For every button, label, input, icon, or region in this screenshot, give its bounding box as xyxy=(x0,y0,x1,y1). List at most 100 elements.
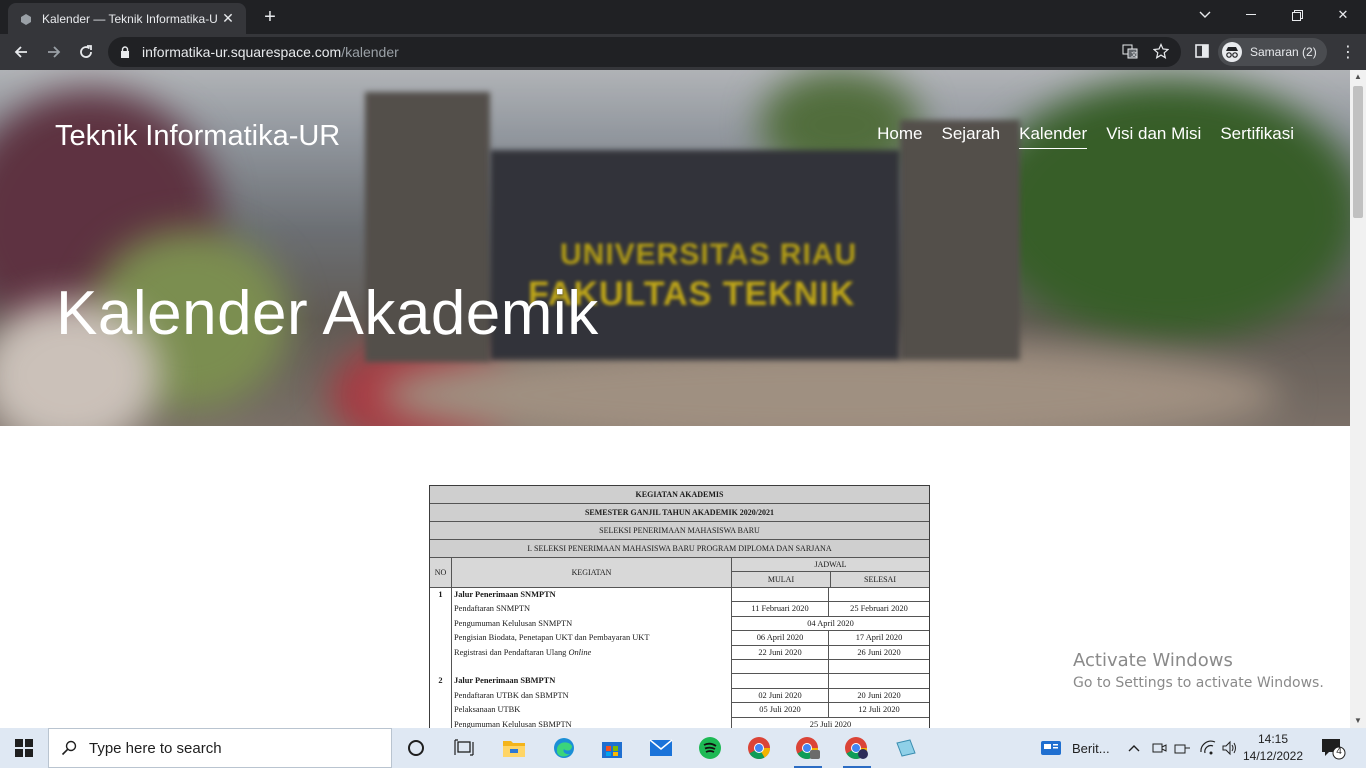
calendar-document-image: KEGIATAN AKADEMIS SEMESTER GANJIL TAHUN … xyxy=(418,475,940,728)
doc-table-header: NO KEGIATAN JADWAL MULAI SELESAI xyxy=(430,558,929,588)
nav-sejarah[interactable]: Sejarah xyxy=(942,124,1001,149)
store-icon[interactable] xyxy=(588,728,636,768)
back-arrow-icon[interactable] xyxy=(9,40,33,64)
notes-icon[interactable] xyxy=(882,728,930,768)
doc-title-4: I. SELEKSI PENERIMAAN MAHASISWA BARU PRO… xyxy=(430,540,929,558)
row-jadwal: 25 Juli 2020 xyxy=(732,718,929,728)
watermark-line1: Activate Windows xyxy=(1073,650,1233,671)
calendar-table: KEGIATAN AKADEMIS SEMESTER GANJIL TAHUN … xyxy=(429,485,930,728)
nav-kalender[interactable]: Kalender xyxy=(1019,124,1088,149)
page-scrollbar[interactable]: ▲ ▼ xyxy=(1350,70,1366,728)
row-kegiatan: Pelaksanaan UTBK xyxy=(452,703,732,718)
row-selesai: 17 April 2020 xyxy=(829,631,929,646)
incognito-icon xyxy=(1222,42,1242,62)
tray-chevron-icon[interactable] xyxy=(1128,728,1141,768)
bookmark-star-icon[interactable] xyxy=(1152,42,1170,60)
windows-start-icon[interactable] xyxy=(0,728,48,768)
row-mulai: 11 Februari 2020 xyxy=(732,602,829,617)
squarespace-favicon-icon xyxy=(18,11,34,27)
row-no xyxy=(430,703,452,718)
new-tab-button[interactable]: + xyxy=(258,6,282,30)
table-row: 1 Jalur Penerimaan SNMPTN xyxy=(430,588,929,603)
scroll-down-arrow-icon[interactable]: ▼ xyxy=(1350,714,1366,728)
row-no: 1 xyxy=(430,588,452,603)
lock-icon[interactable] xyxy=(120,46,134,58)
wifi-icon[interactable] xyxy=(1199,728,1217,768)
doc-title-1: KEGIATAN AKADEMIS xyxy=(430,486,929,504)
browser-menu-icon[interactable]: ⋮ xyxy=(1338,42,1358,62)
row-kegiatan: Registrasi dan Pendaftaran Ulang Online xyxy=(452,645,732,660)
col-selesai: SELESAI xyxy=(864,575,896,584)
table-row: Pengisian Biodata, Penetapan UKT dan Pem… xyxy=(430,631,929,646)
browser-tab[interactable]: Kalender — Teknik Informatika-U ✕ xyxy=(8,3,246,34)
news-label: Berit... xyxy=(1072,740,1110,756)
volume-icon[interactable] xyxy=(1221,728,1239,768)
task-view-icon[interactable] xyxy=(440,728,488,768)
close-tab-icon[interactable]: ✕ xyxy=(220,10,236,27)
chrome-profile-icon[interactable] xyxy=(784,728,832,768)
row-mulai xyxy=(732,588,829,603)
news-widget[interactable]: Berit... xyxy=(1040,728,1110,768)
table-row: Pelaksanaan UTBK 05 Juli 2020 12 Juli 2020 xyxy=(430,703,929,718)
row-selesai: 20 Juni 2020 xyxy=(829,689,929,704)
row-no xyxy=(430,616,452,632)
doc-table-body: 1 Jalur Penerimaan SNMPTN Pendaftaran SNMP… xyxy=(430,588,929,728)
forward-arrow-icon[interactable] xyxy=(42,40,66,64)
table-row: Pengumuman Kelulusan SBMPTN 25 Juli 2020 xyxy=(430,717,929,728)
windows-taskbar: Type here to search Berit... 14:15 14/12… xyxy=(0,728,1366,768)
row-kegiatan: Pendaftaran SNMPTN xyxy=(452,602,732,617)
row-mulai: 05 Juli 2020 xyxy=(732,703,829,718)
table-row xyxy=(430,659,929,675)
profile-label: Samaran (2) xyxy=(1250,45,1317,59)
notification-center-icon[interactable]: 4 xyxy=(1320,736,1346,760)
profile-button[interactable]: Samaran (2) xyxy=(1218,38,1327,66)
row-no xyxy=(430,631,452,646)
nav-visi-misi[interactable]: Visi dan Misi xyxy=(1106,124,1201,149)
side-panel-icon[interactable] xyxy=(1193,42,1211,60)
minimize-icon[interactable] xyxy=(1228,0,1274,30)
table-row: Registrasi dan Pendaftaran Ulang Online 2… xyxy=(430,645,929,660)
nav-sertifikasi[interactable]: Sertifikasi xyxy=(1220,124,1294,149)
row-mulai xyxy=(732,659,829,675)
meet-now-icon[interactable] xyxy=(1151,728,1167,768)
nav-home[interactable]: Home xyxy=(877,124,922,149)
news-icon xyxy=(1041,741,1061,755)
site-title[interactable]: Teknik Informatika-UR xyxy=(55,120,340,153)
file-explorer-icon[interactable] xyxy=(490,728,538,768)
row-kegiatan: Pengumuman Kelulusan SNMPTN xyxy=(452,616,732,632)
row-no xyxy=(430,717,452,728)
cortana-icon[interactable] xyxy=(392,728,440,768)
spotify-icon[interactable] xyxy=(686,728,734,768)
row-selesai xyxy=(829,588,929,603)
row-kegiatan: Jalur Penerimaan SBMPTN xyxy=(452,674,732,689)
chrome-incognito-icon[interactable] xyxy=(833,728,881,768)
row-no xyxy=(430,688,452,704)
table-row: 2 Jalur Penerimaan SBMPTN xyxy=(430,674,929,689)
close-window-icon[interactable]: ✕ xyxy=(1320,0,1366,30)
taskbar-search-box[interactable]: Type here to search xyxy=(48,728,392,768)
taskbar-clock[interactable]: 14:15 14/12/2022 xyxy=(1240,731,1306,765)
row-selesai: 25 Februari 2020 xyxy=(829,602,929,617)
scroll-up-arrow-icon[interactable]: ▲ xyxy=(1350,70,1366,84)
watermark-line2: Go to Settings to activate Windows. xyxy=(1073,675,1324,691)
scrollbar-thumb[interactable] xyxy=(1353,86,1363,218)
browser-tab-bar: Kalender — Teknik Informatika-U ✕ + ✕ xyxy=(0,0,1366,34)
tab-search-icon[interactable] xyxy=(1182,0,1228,30)
mail-icon[interactable] xyxy=(637,728,685,768)
restore-icon[interactable] xyxy=(1274,0,1320,30)
col-jadwal: JADWAL xyxy=(732,558,929,572)
col-no: NO xyxy=(430,558,452,587)
svg-text:文: 文 xyxy=(1131,51,1137,59)
row-mulai: 02 Juni 2020 xyxy=(732,688,829,704)
reload-icon[interactable] xyxy=(74,40,98,64)
row-mulai: 06 April 2020 xyxy=(732,631,829,646)
translate-icon[interactable]: 文 xyxy=(1121,42,1139,60)
activate-windows-watermark: Activate Windows Go to Settings to activ… xyxy=(1073,650,1324,691)
network-device-icon[interactable] xyxy=(1174,728,1192,768)
table-row: Pendaftaran UTBK dan SBMPTN 02 Juni 2020 2… xyxy=(430,688,929,704)
edge-icon[interactable] xyxy=(540,728,588,768)
notification-count: 4 xyxy=(1336,746,1342,757)
col-mulai: MULAI xyxy=(732,572,831,587)
chrome-icon[interactable] xyxy=(735,728,783,768)
address-bar[interactable]: informatika-ur.squarespace.com/kalender xyxy=(108,37,1181,67)
